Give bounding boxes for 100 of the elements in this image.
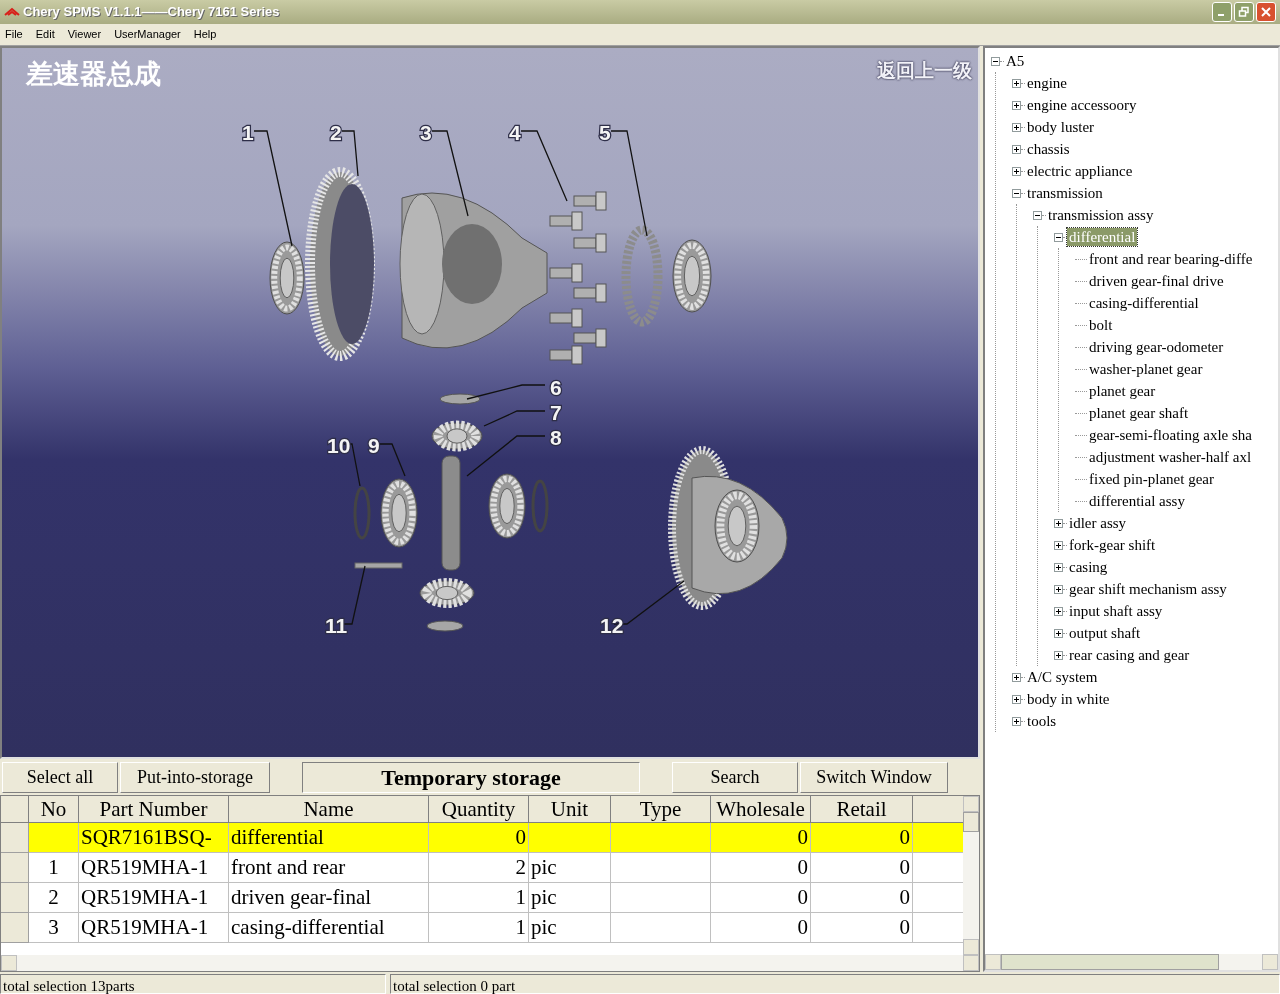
tree-item[interactable]: chassis — [1025, 140, 1072, 158]
logo-icon — [4, 7, 20, 17]
tree-item[interactable]: idler assy — [1067, 514, 1129, 532]
callout-number: 9 — [368, 434, 380, 457]
callout-number: 11 — [325, 614, 348, 637]
table-row[interactable]: 3 QR519MHA-1 casing-differential 1 pic 0 0 — [1, 913, 963, 943]
menu-item[interactable]: Edit — [35, 26, 55, 43]
expand-icon[interactable] — [1012, 694, 1021, 704]
tree-item[interactable]: engine — [1025, 74, 1069, 92]
tree-item[interactable]: front and rear bearing-diffe — [1087, 250, 1255, 268]
collapse-icon[interactable] — [1012, 188, 1021, 198]
tree-item[interactable]: casing-differential — [1087, 294, 1201, 312]
tree-item[interactable]: differential assy — [1087, 492, 1187, 510]
collapse-icon[interactable] — [1054, 232, 1063, 242]
expand-icon[interactable] — [1054, 606, 1063, 616]
tree-item[interactable]: A/C system — [1025, 668, 1100, 686]
table-row[interactable]: SQR7161BSQ- differential 0 0 0 — [1, 823, 963, 853]
tree-item[interactable]: input shaft assy — [1067, 602, 1165, 620]
table-row[interactable]: 1 QR519MHA-1 front and rear 2 pic 0 0 — [1, 853, 963, 883]
expand-icon[interactable] — [1054, 518, 1063, 528]
callout-number: 10 — [327, 434, 351, 457]
callout-number: 1 — [242, 121, 254, 144]
expand-icon[interactable] — [1012, 716, 1021, 726]
tree-item[interactable]: output shaft — [1067, 624, 1143, 642]
horizontal-scrollbar[interactable] — [985, 954, 1278, 970]
expand-icon[interactable] — [1012, 672, 1021, 682]
tree-item[interactable]: planet gear — [1087, 382, 1158, 400]
minimize-icon — [1217, 14, 1224, 16]
tree-item[interactable]: body luster — [1025, 118, 1097, 136]
callout-number: 8 — [550, 426, 562, 449]
window-title: Chery SPMS V1.1.1——Chery 7161 Series — [23, 3, 280, 22]
tree-item[interactable]: engine accessoory — [1025, 96, 1139, 114]
table-cell: 0 — [811, 913, 913, 943]
menu-item[interactable]: File — [5, 26, 23, 43]
status-text: total selection 0 part — [390, 974, 1280, 994]
tree-item[interactable]: bolt — [1087, 316, 1115, 334]
tree-item[interactable]: driving gear-odometer — [1087, 338, 1226, 356]
expand-icon[interactable] — [1054, 650, 1063, 660]
tree-item[interactable]: casing — [1067, 558, 1110, 576]
vertical-scrollbar[interactable] — [963, 796, 979, 955]
tree-item[interactable]: driven gear-final drive — [1087, 272, 1226, 290]
table-cell: 3 — [29, 913, 79, 943]
table-cell: casing-differential — [229, 913, 429, 943]
toolbar-button[interactable]: Select all — [2, 761, 118, 793]
table-cell: 1 — [429, 913, 529, 943]
leader-line — [377, 443, 406, 477]
leader-line — [520, 130, 568, 202]
callout-number: 7 — [550, 401, 562, 424]
expand-icon[interactable] — [1012, 144, 1021, 154]
panel-label: Temporary storage — [302, 761, 640, 793]
callout-number: 12 — [600, 614, 624, 637]
menu-item[interactable]: Help — [193, 26, 217, 43]
collapse-icon[interactable] — [1033, 210, 1042, 220]
tree-item[interactable]: transmission — [1025, 184, 1105, 202]
table-cell: 0 — [711, 913, 811, 943]
tree-item[interactable]: adjustment washer-half axl — [1087, 448, 1254, 466]
tree-item[interactable]: gear-semi-floating axle sha — [1087, 426, 1254, 444]
expand-icon[interactable] — [1012, 122, 1021, 132]
close-button[interactable] — [1256, 2, 1276, 22]
restore-icon — [1238, 6, 1250, 18]
tree-item[interactable]: tools — [1025, 712, 1059, 730]
status-text: total selection 13parts — [0, 974, 386, 994]
leader-line — [483, 410, 546, 427]
expand-icon[interactable] — [1054, 628, 1063, 638]
callout-number: 5 — [599, 121, 611, 144]
toolbar-button[interactable]: Switch Window — [800, 761, 948, 793]
table-cell: pic — [529, 913, 611, 943]
expand-icon[interactable] — [1054, 540, 1063, 550]
toolbar-button[interactable]: Put-into-storage — [120, 761, 270, 793]
collapse-icon[interactable] — [991, 56, 1000, 66]
expand-icon[interactable] — [1012, 78, 1021, 88]
tree-item[interactable]: A5 — [1004, 52, 1027, 70]
tree-item[interactable]: washer-planet gear — [1087, 360, 1205, 378]
callout-number: 3 — [420, 121, 432, 144]
horizontal-scrollbar[interactable] — [1, 955, 979, 971]
expand-icon[interactable] — [1054, 584, 1063, 594]
table-row[interactable]: 2 QR519MHA-1 driven gear-final 1 pic 0 0 — [1, 883, 963, 913]
expand-icon[interactable] — [1012, 166, 1021, 176]
expand-icon[interactable] — [1054, 562, 1063, 572]
callout-number: 4 — [509, 121, 521, 144]
callout-number: 2 — [330, 121, 342, 144]
minimize-button[interactable] — [1212, 2, 1232, 22]
tree-item[interactable]: rear casing and gear — [1067, 646, 1192, 664]
menu-item[interactable]: UserManager — [114, 26, 181, 43]
expand-icon[interactable] — [1012, 100, 1021, 110]
toolbar-button[interactable]: Search — [672, 761, 798, 793]
menu-item[interactable]: Viewer — [67, 26, 102, 43]
tree-item[interactable]: gear shift mechanism assy — [1067, 580, 1229, 598]
diagram-title: 差速器总成 — [26, 57, 161, 91]
tree-item[interactable]: fork-gear shift — [1067, 536, 1158, 554]
tree-item[interactable]: fixed pin-planet gear — [1087, 470, 1216, 488]
restore-button[interactable] — [1234, 2, 1254, 22]
tree-item[interactable]: body in white — [1025, 690, 1112, 708]
close-icon — [1260, 6, 1272, 18]
tree-item[interactable]: electric appliance — [1025, 162, 1135, 180]
tree-item[interactable]: transmission assy — [1046, 206, 1156, 224]
leader-line — [341, 130, 359, 177]
callout-number: 6 — [550, 376, 562, 399]
table-cell: QR519MHA-1 — [79, 913, 229, 943]
tree-item[interactable]: planet gear shaft — [1087, 404, 1191, 422]
